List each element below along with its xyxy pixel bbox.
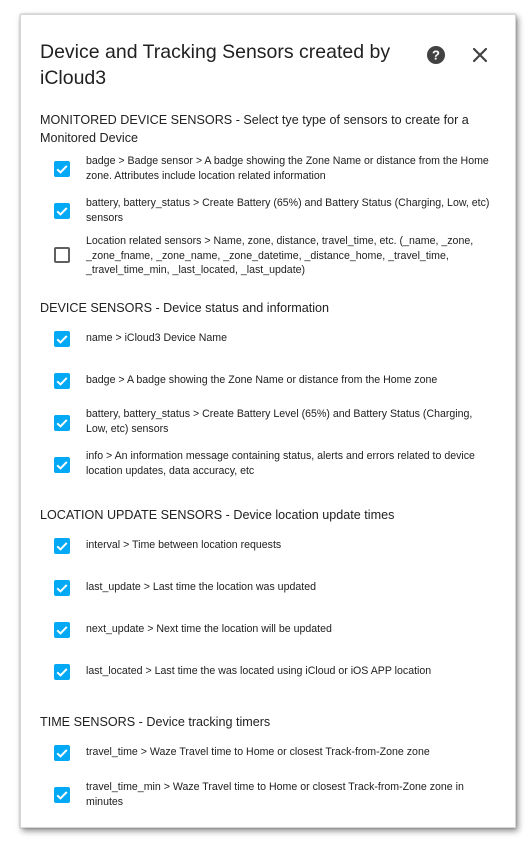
checkbox-travel-time-min[interactable] [54,787,70,803]
checkbox-next-update[interactable] [54,622,70,638]
checkbox-monitored-location[interactable] [54,247,70,263]
checkmark-icon [56,461,68,470]
checkbox-monitored-badge[interactable] [54,161,70,177]
item-label: badge > A badge showing the Zone Name or… [86,374,438,386]
item-label: battery, battery_status > Create Battery… [86,408,473,435]
checkbox-interval[interactable] [54,538,70,554]
checkmark-icon [56,791,68,800]
checkbox-device-name[interactable] [54,331,70,347]
checkbox-device-badge[interactable] [54,373,70,389]
section-header-device: DEVICE SENSORS - Device status and infor… [40,301,330,315]
close-icon[interactable] [469,44,491,66]
section-header-time: TIME SENSORS - Device tracking timers [40,715,271,729]
checkbox-last-update[interactable] [54,580,70,596]
item-label: last_located > Last time the was located… [86,665,432,677]
checkmark-icon [56,377,68,386]
checkbox-device-info[interactable] [54,457,70,473]
dialog-title: Device and Tracking Sensors created by i… [40,41,391,89]
question-circle-icon[interactable]: ? [425,44,447,66]
svg-text:?: ? [432,48,440,63]
checkmark-icon [56,335,68,344]
item-label: travel_time > Waze Travel time to Home o… [86,746,430,758]
checkmark-icon [56,207,68,216]
checkbox-last-located[interactable] [54,664,70,680]
checkmark-icon [56,419,68,428]
checkmark-icon [56,749,68,758]
item-label: interval > Time between location request… [86,539,282,551]
checkbox-monitored-battery[interactable] [54,203,70,219]
item-label: badge > Badge sensor > A badge showing t… [86,155,489,182]
item-label: last_update > Last time the location was… [86,581,316,593]
item-label: info > An information message containing… [86,450,475,477]
item-label: Location related sensors > Name, zone, d… [86,235,474,276]
checkmark-icon [56,668,68,677]
item-label: battery, battery_status > Create Battery… [86,197,490,224]
sensors-dialog: Device and Tracking Sensors created by i… [20,14,516,828]
item-label: travel_time_min > Waze Travel time to Ho… [86,781,464,808]
checkmark-icon [56,542,68,551]
item-label: next_update > Next time the location wil… [86,623,332,635]
checkbox-travel-time[interactable] [54,745,70,761]
checkmark-icon [56,584,68,593]
checkbox-device-battery[interactable] [54,415,70,431]
checkmark-icon [56,165,68,174]
item-label: name > iCloud3 Device Name [86,332,228,344]
checkmark-icon [56,626,68,635]
section-header-location-update: LOCATION UPDATE SENSORS - Device locatio… [40,508,395,522]
section-header-monitored: MONITORED DEVICE SENSORS - Select tye ty… [40,113,469,145]
